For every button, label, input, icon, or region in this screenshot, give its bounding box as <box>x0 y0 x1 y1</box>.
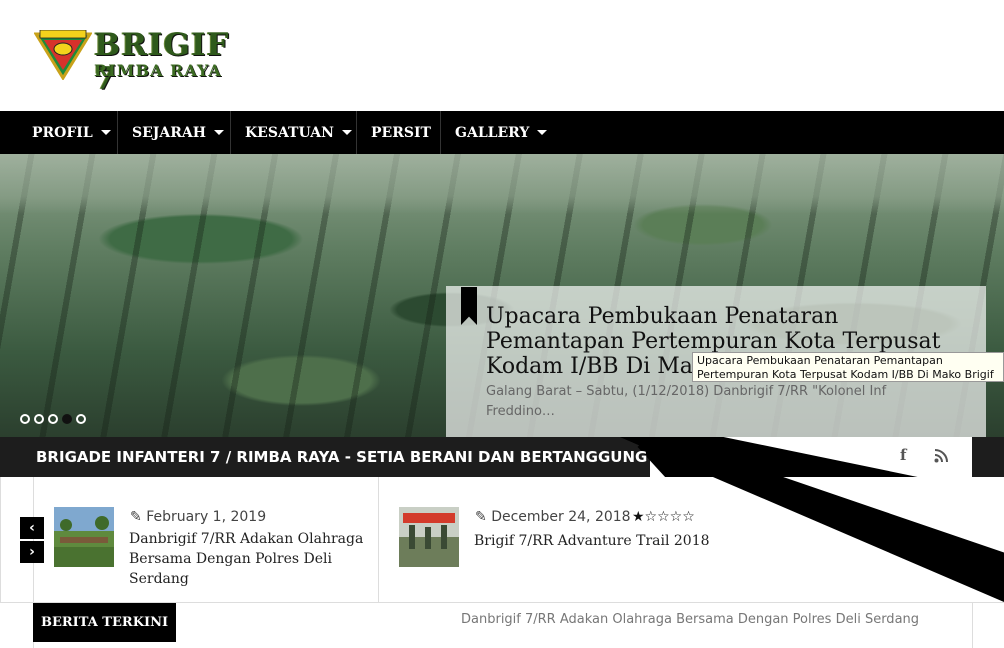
nav-label: SEJARAH <box>132 124 206 141</box>
main-nav: PROFIL SEJARAH KESATUAN PERSIT GALLERY <box>0 111 1004 154</box>
site-logo[interactable]: BRIGIF 7 RIMBA RAYA <box>34 28 244 96</box>
divider <box>378 477 379 603</box>
nav-item-gallery[interactable]: GALLERY <box>441 111 561 154</box>
logo-subtitle: RIMBA RAYA <box>94 61 222 80</box>
site-header: BRIGIF 7 RIMBA RAYA <box>0 0 1004 111</box>
edit-icon: ✎ <box>130 509 147 525</box>
slider-dot[interactable] <box>76 414 86 424</box>
news-thumbnail[interactable] <box>54 507 114 567</box>
caret-down-icon <box>100 130 111 135</box>
slider-dot-active[interactable] <box>62 414 72 424</box>
edit-icon: ✎ <box>475 509 492 525</box>
berita-terkini-label: BERITA TERKINI <box>33 603 176 642</box>
caret-down-icon <box>341 130 352 135</box>
news-ticker[interactable]: Danbrigif 7/RR Adakan Olahraga Bersama D… <box>461 612 919 627</box>
nav-label: KESATUAN <box>245 124 334 141</box>
facebook-icon[interactable]: f <box>900 446 906 464</box>
slider-excerpt: Galang Barat – Sabtu, (1/12/2018) Danbri… <box>486 384 887 419</box>
rss-icon[interactable] <box>934 449 948 463</box>
title-tooltip: Upacara Pembukaan Penataran Pemantapan P… <box>692 352 1004 382</box>
nav-item-profil[interactable]: PROFIL <box>18 111 118 154</box>
news-title[interactable]: Brigif 7/RR Advanture Trail 2018 <box>474 531 734 551</box>
caret-down-icon <box>537 130 548 135</box>
divider <box>33 477 34 603</box>
slider-dots <box>20 414 86 424</box>
nav-label: GALLERY <box>455 124 530 141</box>
nav-label: PROFIL <box>32 124 93 141</box>
slider-dot[interactable] <box>20 414 30 424</box>
carousel-next-button[interactable]: › <box>20 541 44 563</box>
news-title[interactable]: Danbrigif 7/RR Adakan Olahraga Bersama D… <box>129 529 369 589</box>
news-date: ✎ February 1, 2019 <box>130 509 266 525</box>
rating-stars: ★☆☆☆☆ <box>632 509 695 525</box>
carousel-prev-button[interactable]: ‹ <box>20 517 44 539</box>
nav-item-persit[interactable]: PERSIT <box>357 111 441 154</box>
caret-down-icon <box>214 130 224 135</box>
divider <box>972 603 973 648</box>
nav-label: PERSIT <box>371 124 431 141</box>
nav-item-sejarah[interactable]: SEJARAH <box>118 111 231 154</box>
news-date-text: February 1, 2019 <box>146 509 267 525</box>
emblem-icon <box>34 30 92 80</box>
news-thumbnail[interactable] <box>399 507 459 567</box>
news-date: ✎ December 24, 2018 <box>475 509 631 525</box>
site-tagline: BRIGADE INFANTERI 7 / RIMBA RAYA - SETIA… <box>36 448 648 466</box>
news-date-text: December 24, 2018 <box>491 509 631 525</box>
hero-sky <box>0 154 1004 214</box>
slider-dot[interactable] <box>34 414 44 424</box>
nav-item-kesatuan[interactable]: KESATUAN <box>231 111 357 154</box>
slider-dot[interactable] <box>48 414 58 424</box>
